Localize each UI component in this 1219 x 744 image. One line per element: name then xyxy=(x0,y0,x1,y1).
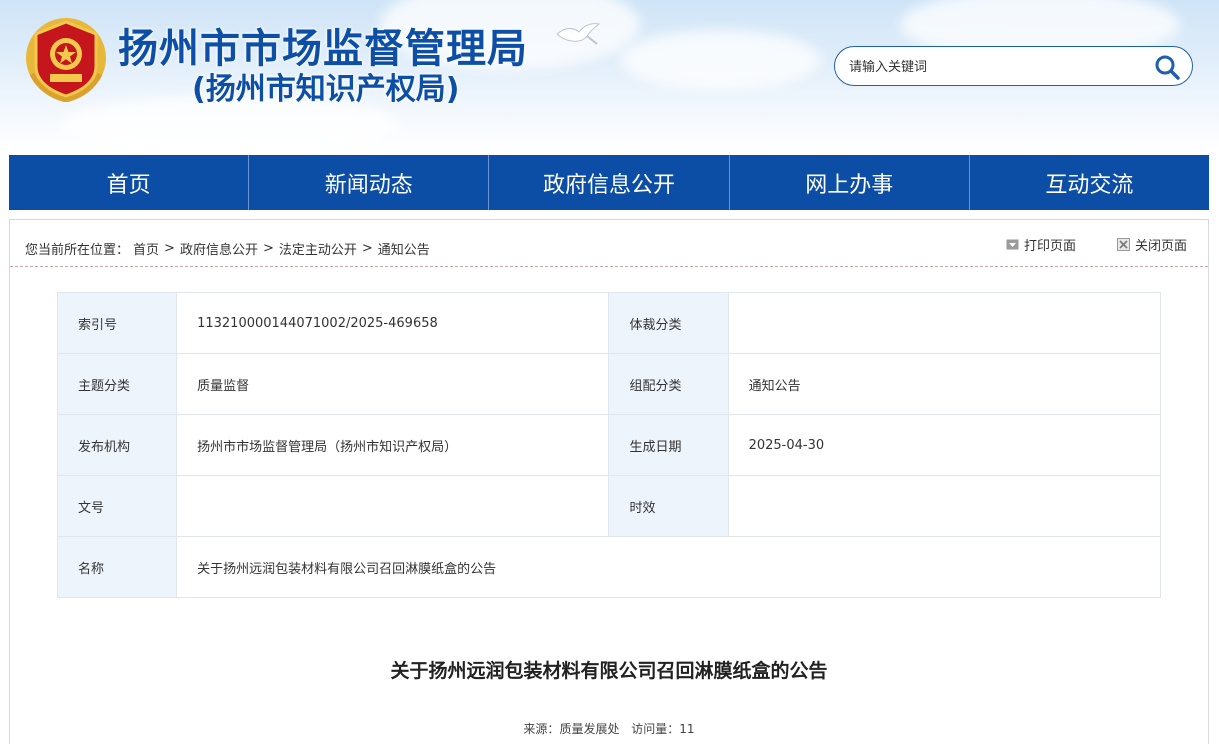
close-icon xyxy=(1117,238,1130,251)
docno-label: 文号 xyxy=(56,475,178,537)
site-subtitle: (扬州市知识产权局) xyxy=(192,72,460,107)
print-page-label: 打印页面 xyxy=(1024,239,1077,254)
article-title: 关于扬州远润包装材料有限公司召回淋膜纸盒的公告 xyxy=(390,660,828,682)
source-text: 来源：质量发展处 xyxy=(523,722,619,736)
table-row: 主题分类 质量监督 组配分类 通知公告 xyxy=(56,353,1162,415)
name-label: 名称 xyxy=(56,536,178,598)
docno-value xyxy=(176,475,610,537)
table-row: 文号 时效 xyxy=(56,475,1162,537)
group-label: 组配分类 xyxy=(608,353,729,415)
content-panel: 您当前所在位置： 首页 > 政府信息公开 > 法定主动公开 > 通知公告 打印页… xyxy=(9,219,1209,744)
national-emblem-icon xyxy=(26,18,106,102)
index-value: 113210000144071002/2025-469658 xyxy=(176,292,610,354)
source-label: 来源： xyxy=(523,722,560,736)
validity-label: 时效 xyxy=(608,475,729,537)
topic-value: 质量监督 xyxy=(176,353,610,415)
validity-value xyxy=(727,475,1162,537)
nav-item-online-service[interactable]: 网上办事 xyxy=(730,155,970,210)
breadcrumb-gov-info[interactable]: 政府信息公开 xyxy=(180,239,258,258)
search-icon[interactable] xyxy=(1154,54,1180,80)
article-meta: 来源：质量发展处 访问量：11 xyxy=(10,720,1208,737)
breadcrumb: 您当前所在位置： 首页 > 政府信息公开 > 法定主动公开 > 通知公告 xyxy=(25,239,430,258)
breadcrumb-bar: 您当前所在位置： 首页 > 政府信息公开 > 法定主动公开 > 通知公告 打印页… xyxy=(10,220,1208,267)
document-info-table: 索引号 113210000144071002/2025-469658 体裁分类 … xyxy=(56,292,1162,598)
table-row: 索引号 113210000144071002/2025-469658 体裁分类 xyxy=(56,292,1162,354)
breadcrumb-prefix: 您当前所在位置： xyxy=(25,243,130,258)
genre-label: 体裁分类 xyxy=(608,292,729,354)
dove-decoration-icon xyxy=(556,23,601,45)
cloud-decoration xyxy=(620,30,820,90)
breadcrumb-statutory[interactable]: 法定主动公开 xyxy=(279,239,357,258)
nav-item-news[interactable]: 新闻动态 xyxy=(249,155,490,210)
group-value: 通知公告 xyxy=(727,353,1162,415)
nav-item-home[interactable]: 首页 xyxy=(9,155,250,210)
breadcrumb-separator: > xyxy=(262,241,274,256)
name-value: 关于扬州远润包装材料有限公司召回淋膜纸盒的公告 xyxy=(176,536,1161,598)
search-box xyxy=(834,46,1193,86)
print-icon xyxy=(1006,239,1019,250)
visits-value: 11 xyxy=(679,722,695,736)
close-page-label: 关闭页面 xyxy=(1135,239,1188,254)
nav-item-gov-info[interactable]: 政府信息公开 xyxy=(489,155,730,210)
breadcrumb-separator: > xyxy=(164,241,175,256)
site-header: 扬州市市场监督管理局 (扬州市知识产权局) xyxy=(0,0,1219,150)
print-page-button[interactable]: 打印页面 xyxy=(1006,235,1076,254)
close-page-button[interactable]: 关闭页面 xyxy=(1117,235,1187,254)
publisher-value: 扬州市市场监督管理局（扬州市知识产权局） xyxy=(176,414,610,476)
breadcrumb-home[interactable]: 首页 xyxy=(133,239,159,258)
table-row: 名称 关于扬州远润包装材料有限公司召回淋膜纸盒的公告 xyxy=(56,536,1161,598)
date-label: 生成日期 xyxy=(608,414,729,476)
table-row: 发布机构 扬州市市场监督管理局（扬州市知识产权局） 生成日期 2025-04-3… xyxy=(56,414,1162,476)
topic-label: 主题分类 xyxy=(56,353,178,415)
visits-text: 访问量：11 xyxy=(631,722,694,736)
search-input[interactable] xyxy=(849,56,1139,78)
breadcrumb-notices[interactable]: 通知公告 xyxy=(378,239,430,258)
index-label: 索引号 xyxy=(56,292,178,354)
visits-label: 访问量： xyxy=(631,722,680,736)
genre-value xyxy=(727,292,1162,354)
source-value: 质量发展处 xyxy=(559,722,620,736)
publisher-label: 发布机构 xyxy=(56,414,178,476)
date-value: 2025-04-30 xyxy=(727,414,1162,476)
breadcrumb-separator: > xyxy=(361,241,373,256)
nav-item-interaction[interactable]: 互动交流 xyxy=(970,155,1209,210)
main-nav: 首页 新闻动态 政府信息公开 网上办事 互动交流 xyxy=(9,155,1209,210)
